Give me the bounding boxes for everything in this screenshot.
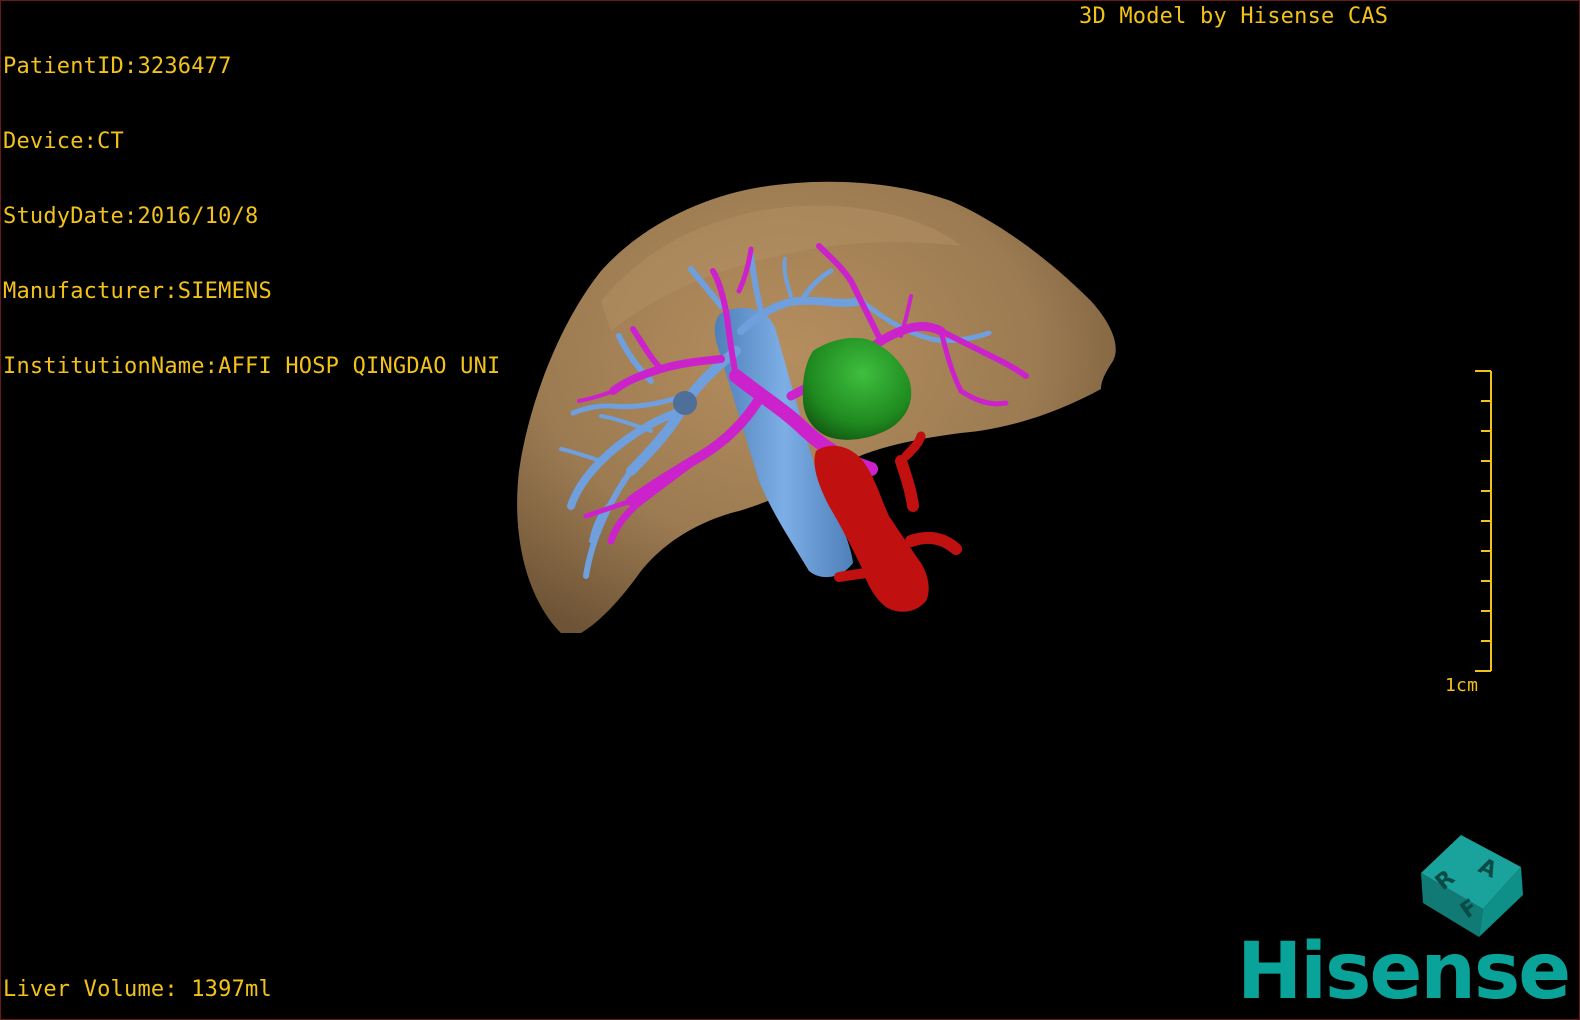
- device-text: Device:CT: [3, 129, 125, 154]
- institution-text: InstitutionName:AFFI HOSP QINGDAO UNI: [3, 354, 501, 379]
- liver-volume-text: Liver Volume: 1397ml: [3, 977, 272, 1002]
- 3d-viewport[interactable]: PatientID:3236477 Device:CT StudyDate:20…: [0, 0, 1580, 1020]
- model-credit-text: 3D Model by Hisense CAS: [1079, 4, 1389, 29]
- scale-bar: [1475, 370, 1492, 672]
- manufacturer-text: Manufacturer:SIEMENS: [3, 279, 272, 304]
- patient-info-overlay: PatientID:3236477 Device:CT StudyDate:20…: [3, 4, 500, 429]
- scale-label: 1cm: [1445, 675, 1479, 696]
- study-date-text: StudyDate:2016/10/8: [3, 204, 259, 229]
- hisense-logo: Hisense: [1237, 927, 1571, 1017]
- orientation-cube-icon[interactable]: R A F: [1413, 829, 1529, 941]
- patient-id-text: PatientID:3236477: [3, 54, 232, 79]
- portal-vein-junction: [673, 391, 697, 415]
